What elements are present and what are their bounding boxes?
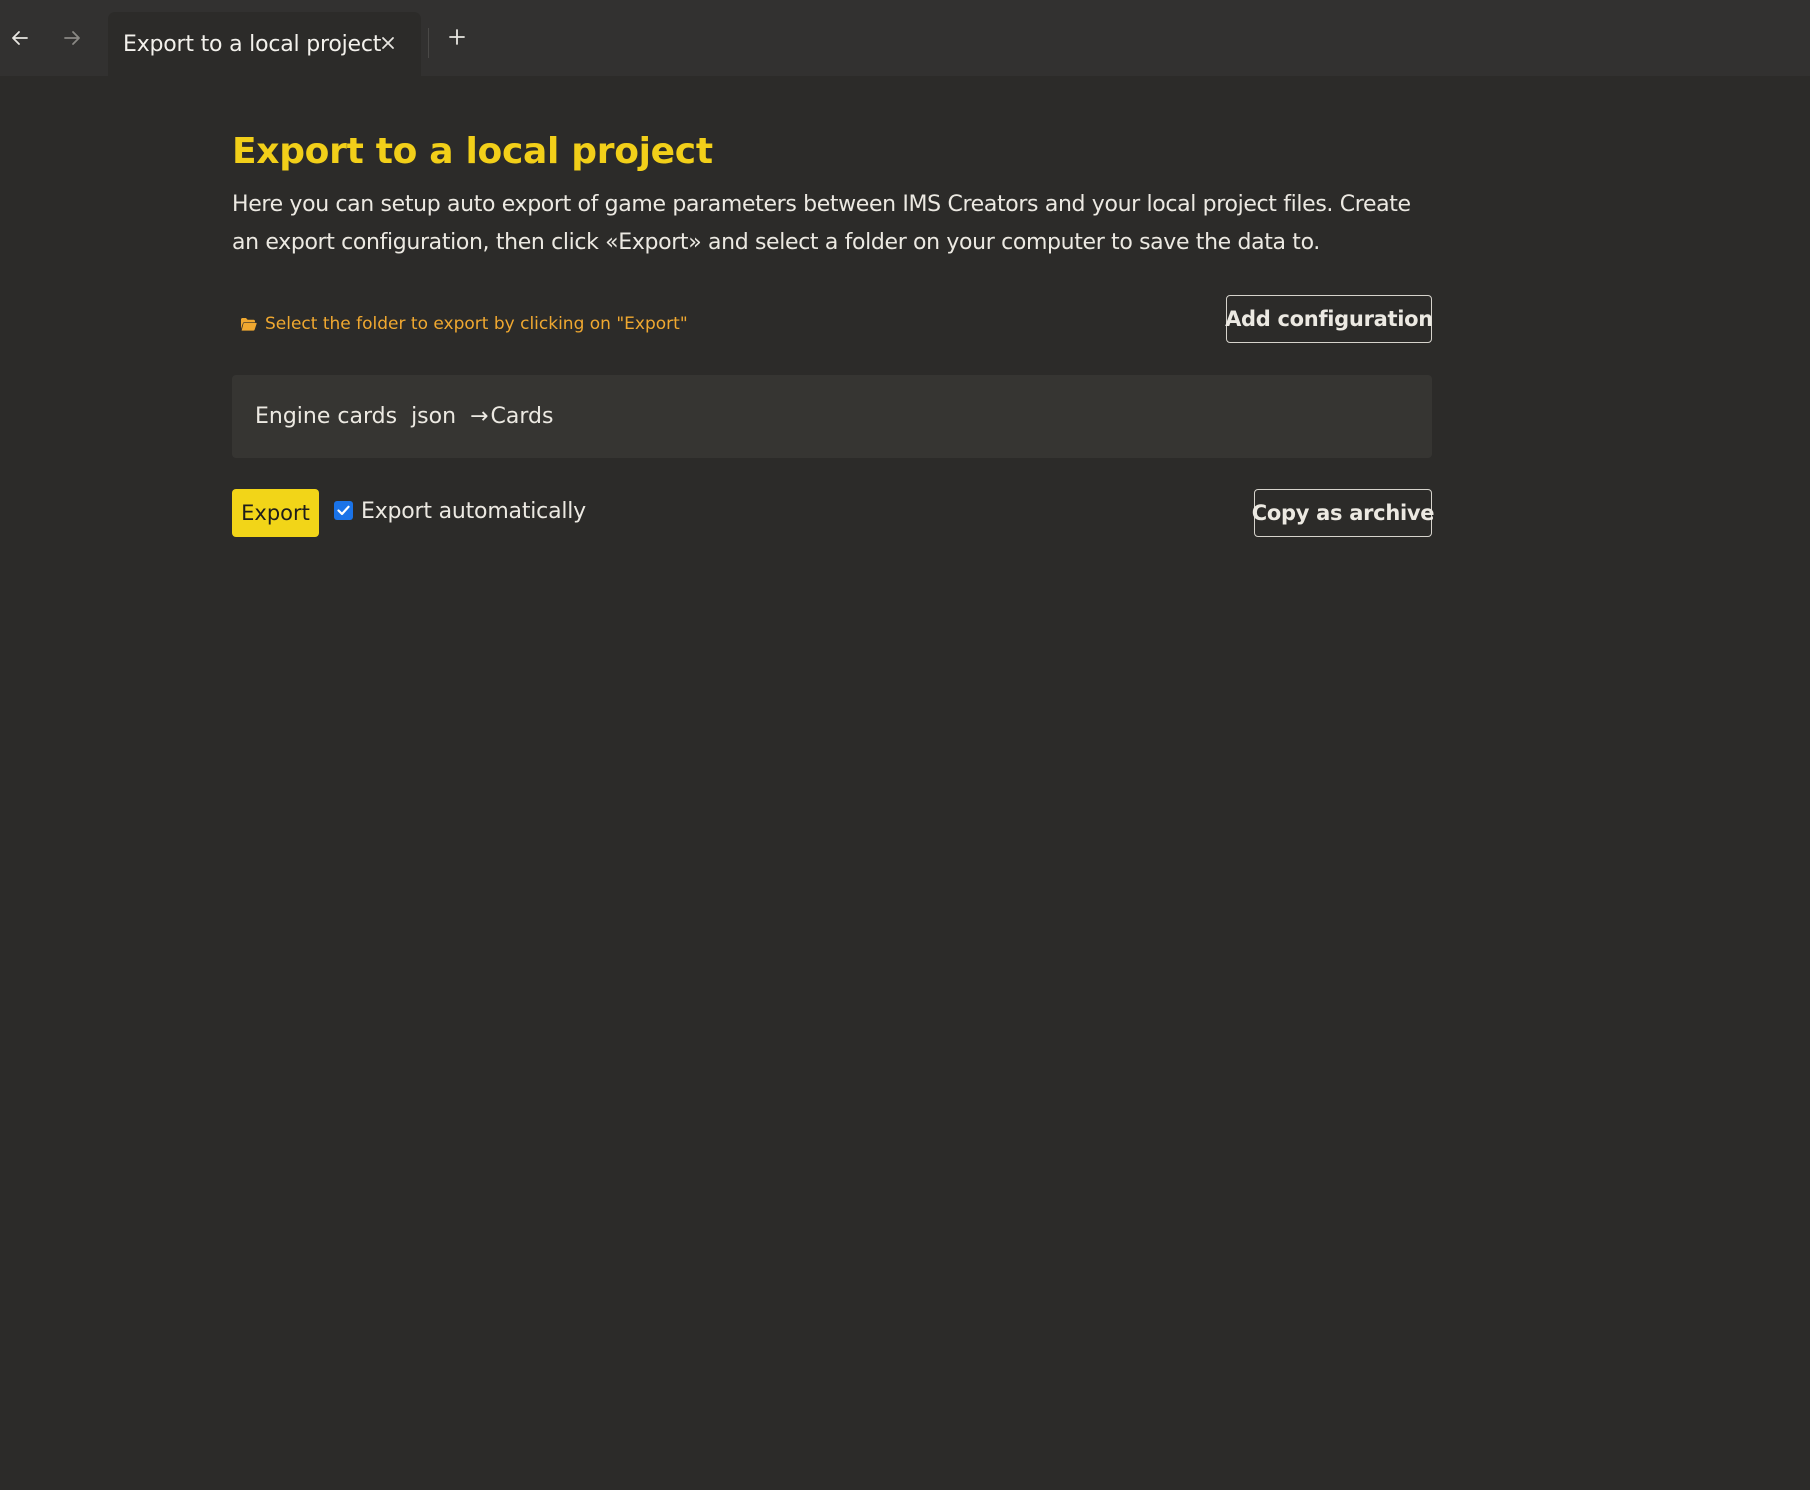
page-description: Here you can setup auto export of game p…: [232, 192, 1411, 255]
new-tab-button[interactable]: [440, 20, 474, 58]
close-icon[interactable]: [377, 32, 399, 54]
page-title: Export to a local project: [232, 131, 713, 172]
add-configuration-button[interactable]: Add configuration: [1225, 295, 1433, 343]
export-button[interactable]: Export: [232, 489, 319, 537]
configuration-format: json: [411, 404, 457, 429]
configuration-row[interactable]: Engine cards json → Cards: [232, 375, 1432, 458]
tab-export-local-project[interactable]: Export to a local project: [108, 12, 421, 76]
forward-button[interactable]: [52, 18, 92, 58]
tab-divider: [428, 28, 429, 58]
arrow-right-icon: →: [470, 404, 489, 429]
export-hint: Select the folder to export by clicking …: [240, 314, 688, 334]
copy-as-archive-button[interactable]: Copy as archive: [1252, 489, 1435, 537]
checkbox-checked-icon[interactable]: [334, 500, 353, 520]
folder-open-icon: [240, 317, 257, 332]
export-automatically-label: Export automatically: [361, 499, 586, 524]
arrow-left-icon: [10, 28, 30, 48]
tab-bar: Export to a local project: [0, 0, 1810, 76]
configuration-name: Engine cards: [255, 404, 398, 429]
export-automatically-checkbox[interactable]: Export automatically: [334, 499, 586, 524]
plus-icon: [448, 28, 466, 50]
export-hint-text: Select the folder to export by clicking …: [265, 314, 688, 334]
back-button[interactable]: [0, 18, 40, 58]
tab-label: Export to a local project: [123, 31, 382, 57]
configuration-target: Cards: [490, 404, 554, 429]
arrow-right-icon: [62, 28, 82, 48]
